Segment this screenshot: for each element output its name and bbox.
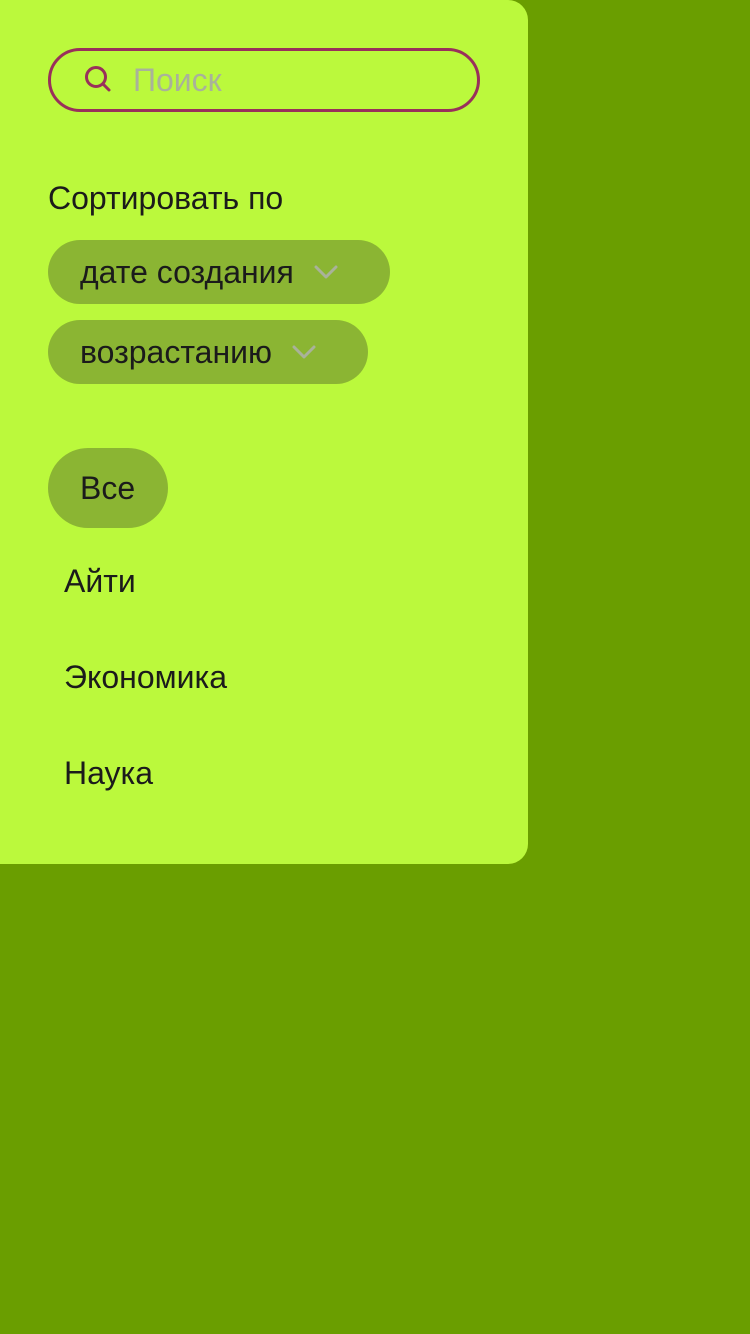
sort-order-label: возрастанию	[80, 333, 272, 370]
sort-field-dropdown[interactable]: дате создания	[48, 240, 390, 304]
category-label: Все	[80, 469, 136, 506]
chevron-down-icon	[314, 265, 338, 279]
search-icon	[85, 66, 111, 92]
category-economics[interactable]: Экономика	[64, 657, 227, 697]
filter-panel: Сортировать по дате создания возрастанию…	[0, 0, 528, 864]
sort-order-dropdown[interactable]: возрастанию	[48, 320, 368, 384]
sort-title: Сортировать по	[48, 180, 284, 216]
category-all[interactable]: Все	[48, 448, 168, 528]
category-it[interactable]: Айти	[64, 561, 136, 601]
search-box[interactable]	[48, 48, 480, 112]
search-input[interactable]	[133, 51, 453, 109]
category-science[interactable]: Наука	[64, 753, 153, 793]
sort-field-label: дате создания	[80, 253, 294, 290]
chevron-down-icon	[292, 345, 316, 359]
